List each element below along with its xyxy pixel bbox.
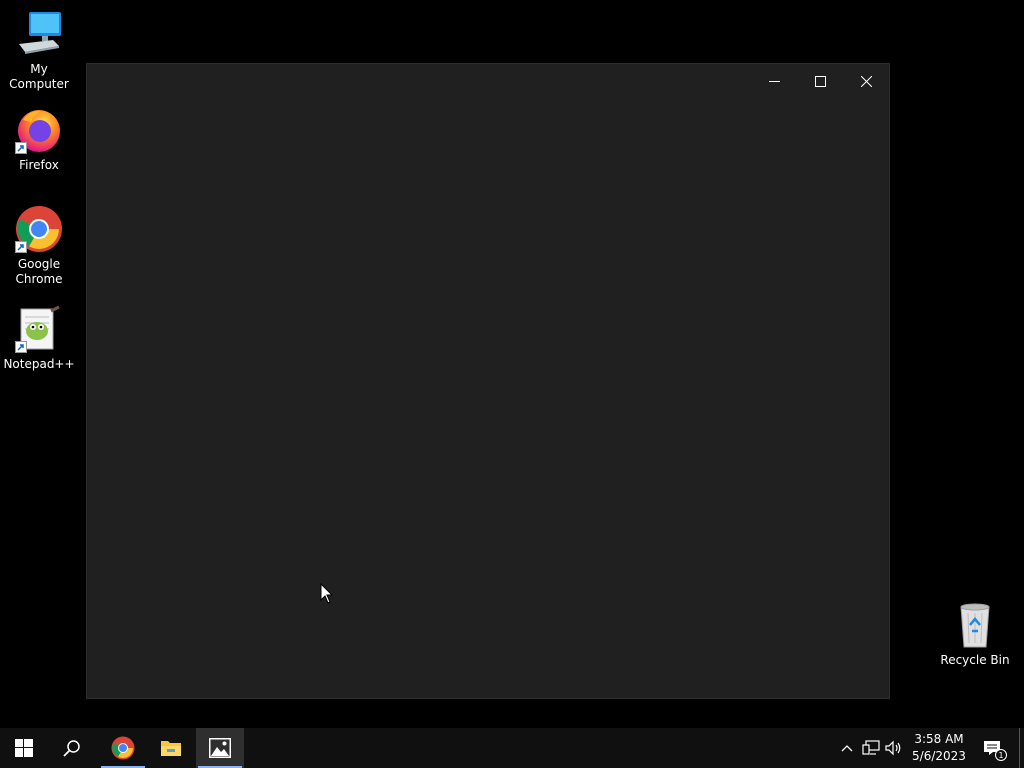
desktop-icon-recycle-bin[interactable]: Recycle Bin bbox=[937, 601, 1013, 668]
close-icon bbox=[860, 75, 872, 87]
chrome-icon bbox=[15, 205, 63, 253]
show-desktop-button[interactable] bbox=[1019, 728, 1024, 768]
maximize-icon bbox=[814, 75, 826, 87]
desktop-icon-label: Firefox bbox=[19, 158, 59, 172]
search-icon bbox=[63, 740, 80, 757]
desktop-icon-google-chrome[interactable]: Google Chrome bbox=[1, 205, 77, 287]
shortcut-arrow-icon bbox=[15, 142, 27, 154]
clock-date: 5/6/2023 bbox=[912, 749, 966, 763]
shortcut-arrow-icon bbox=[15, 341, 27, 353]
notepadpp-icon bbox=[15, 305, 63, 353]
shortcut-arrow-icon bbox=[15, 241, 27, 253]
firefox-icon bbox=[15, 106, 63, 154]
desktop[interactable]: My Computer Firefox Google Chrome Notepa… bbox=[0, 0, 1024, 728]
maximize-button[interactable] bbox=[797, 64, 843, 98]
mouse-cursor-icon bbox=[320, 583, 334, 604]
app-window[interactable] bbox=[87, 64, 889, 698]
desktop-icon-label: Notepad++ bbox=[3, 357, 75, 371]
taskbar-chrome[interactable] bbox=[99, 728, 147, 768]
chevron-up-icon bbox=[841, 745, 853, 752]
volume-button[interactable] bbox=[884, 738, 904, 758]
start-button[interactable] bbox=[0, 728, 48, 768]
desktop-icon-firefox[interactable]: Firefox bbox=[1, 106, 77, 173]
speaker-icon bbox=[885, 740, 901, 756]
taskbar: 3:58 AM 5/6/2023 1 bbox=[0, 728, 1024, 768]
notification-count-badge: 1 bbox=[995, 749, 1007, 761]
network-button[interactable] bbox=[861, 738, 881, 758]
minimize-icon bbox=[768, 80, 780, 82]
desktop-icon-label: My Computer bbox=[9, 62, 69, 91]
chrome-icon bbox=[111, 736, 135, 760]
taskbar-file-explorer[interactable] bbox=[147, 728, 195, 768]
action-center-button[interactable]: 1 bbox=[982, 738, 1007, 761]
close-button[interactable] bbox=[843, 64, 889, 98]
minimize-button[interactable] bbox=[751, 64, 797, 98]
clock-time: 3:58 AM bbox=[914, 732, 964, 746]
start-icon bbox=[15, 739, 33, 757]
desktop-icon-notepadpp[interactable]: Notepad++ bbox=[1, 305, 77, 372]
computer-icon bbox=[15, 10, 63, 58]
photos-icon bbox=[209, 738, 231, 758]
file-explorer-icon bbox=[161, 741, 181, 756]
network-icon bbox=[862, 740, 880, 755]
recycle-bin-icon bbox=[951, 601, 999, 649]
desktop-icon-my-computer[interactable]: My Computer bbox=[1, 10, 77, 92]
window-title-controls bbox=[751, 64, 889, 98]
show-hidden-icons-button[interactable] bbox=[837, 738, 857, 758]
taskbar-clock[interactable]: 3:58 AM 5/6/2023 bbox=[908, 730, 970, 766]
desktop-icon-label: Google Chrome bbox=[15, 257, 63, 286]
desktop-icon-label: Recycle Bin bbox=[940, 653, 1010, 667]
search-button[interactable] bbox=[48, 728, 96, 768]
taskbar-photos[interactable] bbox=[196, 728, 244, 768]
